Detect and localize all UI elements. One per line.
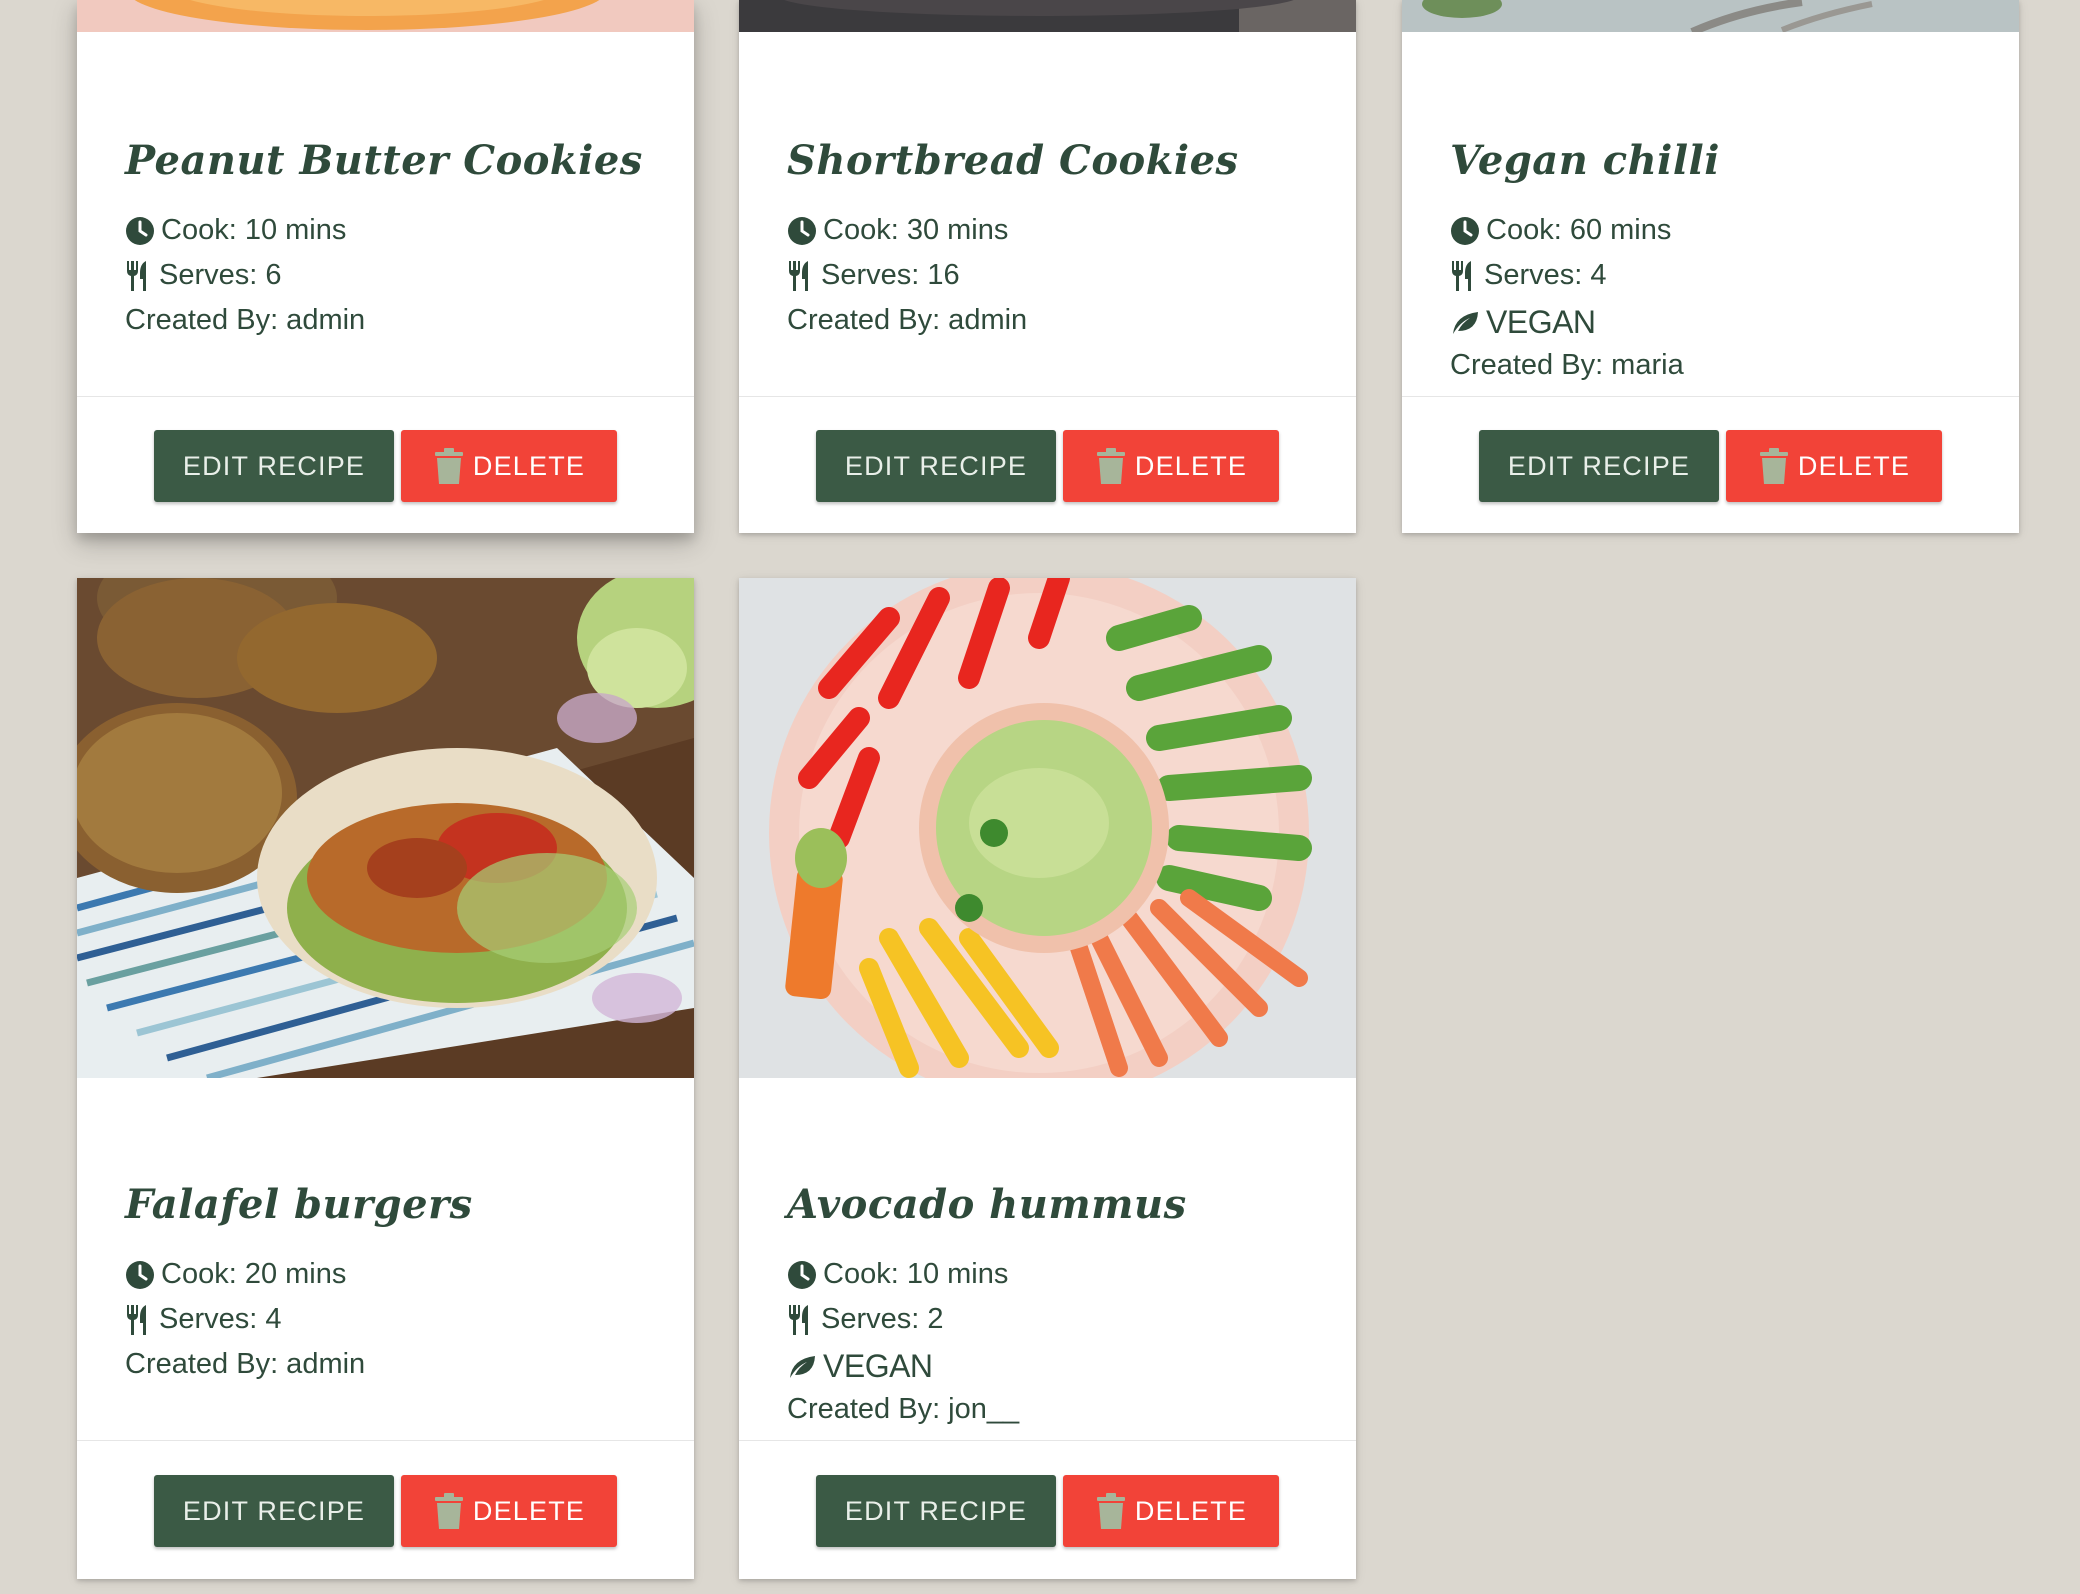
cook-time: Cook: 20 mins [125,1258,346,1291]
delete-recipe-button[interactable]: DELETE [1726,430,1942,502]
recipe-title[interactable]: Peanut Butter Cookies [125,137,643,184]
cook-time: Cook: 60 mins [1450,214,1671,247]
servings-text: Serves: 4 [1484,259,1607,291]
servings: Serves: 2 [787,1303,944,1336]
recipe-card: Peanut Butter Cookies Cook: 10 mins Serv… [77,0,694,533]
created-by: Created By: admin [787,304,1028,336]
cook-time: Cook: 10 mins [787,1258,1008,1291]
cook-time: Cook: 10 mins [125,214,346,247]
servings-text: Serves: 16 [821,259,960,291]
cook-time-text: Cook: 10 mins [161,214,347,246]
vegan-badge: VEGAN [1450,304,1596,341]
delete-label: DELETE [472,1495,586,1526]
servings-text: Serves: 2 [821,1303,944,1335]
recipe-image [77,0,694,32]
cook-time-text: Cook: 60 mins [1486,214,1672,246]
leaf-icon [1453,311,1478,334]
delete-recipe-button[interactable]: DELETE [1063,1475,1279,1547]
servings-text: Serves: 6 [159,259,282,291]
trash-icon [434,1493,463,1529]
card-divider [77,396,694,397]
trash-icon [1096,1493,1125,1529]
trash-icon [434,448,463,484]
recipe-image[interactable] [739,578,1356,1078]
recipe-image [739,0,1356,32]
recipe-card: Falafel burgers Cook: 20 mins Serves: 4 … [77,578,694,1579]
clock-icon [788,216,816,245]
created-by: Created By: jon__ [787,1393,1020,1425]
servings: Serves: 4 [125,1303,282,1336]
edit-recipe-button[interactable]: EDIT RECIPE [816,1475,1056,1547]
clock-icon [788,1260,816,1289]
delete-label: DELETE [1134,450,1248,481]
utensils-icon [127,1304,146,1335]
created-by: Created By: admin [125,1348,366,1380]
cook-time: Cook: 30 mins [787,214,1008,247]
servings-text: Serves: 4 [159,1303,282,1335]
utensils-icon [127,260,146,291]
utensils-icon [1452,260,1471,291]
trash-icon [1759,448,1788,484]
card-divider [739,1440,1356,1441]
card-divider [1402,396,2019,397]
recipe-title[interactable]: Avocado hummus [787,1181,1187,1228]
delete-label: DELETE [1134,1495,1248,1526]
recipe-image[interactable] [77,578,694,1078]
utensils-icon [789,1304,808,1335]
clock-icon [126,216,154,245]
servings: Serves: 16 [787,259,960,292]
servings: Serves: 4 [1450,259,1607,292]
servings: Serves: 6 [125,259,282,292]
recipe-card: Avocado hummus Cook: 10 mins Serves: 2 V… [739,578,1356,1579]
edit-recipe-button[interactable]: EDIT RECIPE [154,1475,394,1547]
delete-recipe-button[interactable]: DELETE [401,1475,617,1547]
clock-icon [1451,216,1479,245]
vegan-label: VEGAN [1486,304,1596,340]
cook-time-text: Cook: 30 mins [823,214,1009,246]
recipe-title[interactable]: Falafel burgers [125,1181,473,1228]
edit-recipe-button[interactable]: EDIT RECIPE [154,430,394,502]
recipe-card: Shortbread Cookies Cook: 30 mins Serves:… [739,0,1356,533]
clock-icon [126,1260,154,1289]
edit-recipe-button[interactable]: EDIT RECIPE [816,430,1056,502]
leaf-icon [790,1355,815,1378]
cook-time-text: Cook: 10 mins [823,1258,1009,1290]
trash-icon [1096,448,1125,484]
recipe-image [1402,0,2019,32]
vegan-label: VEGAN [823,1348,933,1384]
created-by: Created By: maria [1450,349,1684,381]
card-divider [77,1440,694,1441]
recipe-title[interactable]: Shortbread Cookies [787,137,1239,184]
delete-label: DELETE [472,450,586,481]
recipe-title[interactable]: Vegan chilli [1450,137,1720,184]
utensils-icon [789,260,808,291]
delete-recipe-button[interactable]: DELETE [1063,430,1279,502]
card-divider [739,396,1356,397]
cook-time-text: Cook: 20 mins [161,1258,347,1290]
edit-recipe-button[interactable]: EDIT RECIPE [1479,430,1719,502]
created-by: Created By: admin [125,304,366,336]
delete-label: DELETE [1797,450,1911,481]
delete-recipe-button[interactable]: DELETE [401,430,617,502]
vegan-badge: VEGAN [787,1348,933,1385]
recipe-card: Vegan chilli Cook: 60 mins Serves: 4 VEG… [1402,0,2019,533]
